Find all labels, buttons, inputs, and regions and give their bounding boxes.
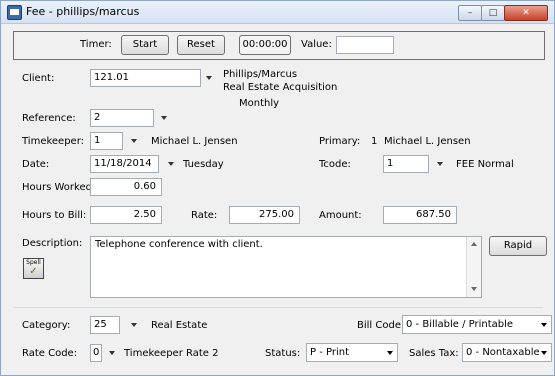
timekeeper-label: Timekeeper: bbox=[22, 136, 85, 147]
timer-value-input[interactable] bbox=[336, 36, 394, 54]
client-dropdown-icon[interactable] bbox=[206, 76, 212, 80]
value-label: Value: bbox=[301, 39, 332, 50]
chevron-down-icon bbox=[387, 351, 393, 355]
timer-panel: Timer: Start Reset 00:00:00 Value: bbox=[13, 31, 545, 60]
spell-label: Spell bbox=[26, 259, 41, 266]
timekeeper-name: Michael L. Jensen bbox=[151, 136, 238, 147]
hours-to-bill-label: Hours to Bill: bbox=[22, 210, 87, 221]
description-scrollbar[interactable] bbox=[466, 237, 481, 297]
tcode-name: FEE Normal bbox=[456, 159, 514, 170]
checkmark-icon: ✓ bbox=[29, 266, 38, 277]
description-text: Telephone conference with client. bbox=[95, 239, 263, 250]
client-frequency: Monthly bbox=[239, 98, 280, 109]
title-bar: Fee - phillips/marcus – □ ✕ bbox=[1, 1, 554, 24]
reference-input[interactable]: 2 bbox=[90, 109, 154, 127]
amount-input[interactable]: 687.50 bbox=[383, 206, 457, 224]
category-label: Category: bbox=[22, 320, 71, 331]
reset-button[interactable]: Reset bbox=[177, 35, 225, 55]
date-dropdown-icon[interactable] bbox=[168, 162, 174, 166]
description-label: Description: bbox=[22, 238, 83, 249]
section-divider bbox=[13, 307, 543, 308]
date-input[interactable]: 11/18/2014 bbox=[90, 155, 159, 173]
amount-label: Amount: bbox=[319, 210, 362, 221]
client-label: Client: bbox=[22, 73, 55, 84]
chevron-down-icon bbox=[541, 323, 547, 327]
app-icon bbox=[7, 5, 22, 20]
status-label: Status: bbox=[265, 348, 301, 359]
bill-code-value: 0 - Billable / Printable bbox=[406, 319, 514, 330]
date-label: Date: bbox=[22, 159, 50, 170]
sales-tax-label: Sales Tax: bbox=[409, 348, 459, 359]
client-input[interactable]: 121.01 bbox=[90, 69, 201, 87]
window-title: Fee - phillips/marcus bbox=[26, 5, 140, 18]
status-value: P - Print bbox=[310, 347, 349, 358]
start-button[interactable]: Start bbox=[121, 35, 169, 55]
minimize-button[interactable]: – bbox=[458, 5, 482, 21]
tcode-dropdown-icon[interactable] bbox=[437, 162, 443, 166]
fee-window: Fee - phillips/marcus – □ ✕ Timer: Start… bbox=[0, 0, 555, 376]
category-name: Real Estate bbox=[151, 320, 208, 331]
chevron-down-icon bbox=[541, 351, 547, 355]
category-dropdown-icon[interactable] bbox=[131, 323, 137, 327]
timekeeper-dropdown-icon[interactable] bbox=[131, 139, 137, 143]
hours-worked-label: Hours Worked: bbox=[22, 182, 96, 193]
status-select[interactable]: P - Print bbox=[306, 343, 398, 362]
rate-label: Rate: bbox=[191, 210, 218, 221]
client-matter: Real Estate Acquisition bbox=[223, 82, 338, 93]
timer-label: Timer: bbox=[80, 39, 112, 50]
scroll-up-icon[interactable] bbox=[471, 242, 477, 246]
tcode-input[interactable]: 1 bbox=[383, 155, 429, 173]
primary-name: Michael L. Jensen bbox=[384, 136, 471, 147]
spell-check-button[interactable]: Spell ✓ bbox=[23, 258, 44, 279]
primary-label: Primary: bbox=[319, 136, 361, 147]
hours-to-bill-input[interactable]: 2.50 bbox=[90, 206, 162, 224]
maximize-button[interactable]: □ bbox=[481, 5, 505, 21]
description-textarea[interactable]: Telephone conference with client. bbox=[90, 236, 482, 298]
elapsed-time-display[interactable]: 00:00:00 bbox=[239, 35, 291, 55]
client-name: Phillips/Marcus bbox=[223, 69, 298, 80]
rate-code-label: Rate Code: bbox=[22, 348, 78, 359]
hours-worked-input[interactable]: 0.60 bbox=[90, 178, 162, 196]
tcode-label: Tcode: bbox=[319, 159, 351, 170]
close-button[interactable]: ✕ bbox=[504, 5, 548, 21]
timekeeper-input[interactable]: 1 bbox=[90, 132, 123, 150]
rate-input[interactable]: 275.00 bbox=[229, 206, 300, 224]
date-weekday: Tuesday bbox=[183, 159, 224, 170]
reference-label: Reference: bbox=[22, 113, 76, 124]
rate-code-input[interactable]: 0 bbox=[90, 344, 102, 362]
rapid-button[interactable]: Rapid bbox=[489, 236, 547, 256]
rate-code-dropdown-icon[interactable] bbox=[109, 351, 115, 355]
reference-dropdown-icon[interactable] bbox=[161, 116, 167, 120]
bill-code-select[interactable]: 0 - Billable / Printable bbox=[402, 315, 552, 334]
rate-code-name: Timekeeper Rate 2 bbox=[124, 348, 219, 359]
category-input[interactable]: 25 bbox=[90, 316, 120, 334]
sales-tax-select[interactable]: 0 - Nontaxable bbox=[462, 343, 552, 362]
sales-tax-value: 0 - Nontaxable bbox=[466, 347, 540, 358]
bill-code-label: Bill Code: bbox=[357, 320, 405, 331]
scroll-down-icon[interactable] bbox=[471, 287, 477, 291]
primary-number: 1 bbox=[371, 136, 378, 147]
